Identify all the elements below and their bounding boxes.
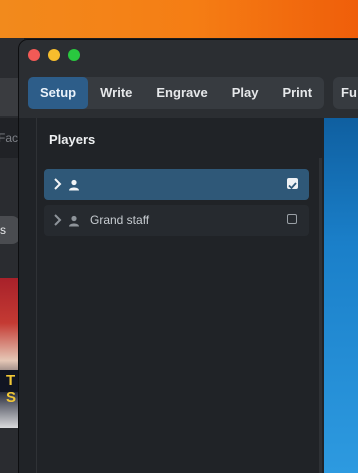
score-view[interactable] [324,118,358,473]
panel-divider [36,118,37,473]
app-window: Setup Write Engrave Play Print Fu Player… [19,40,358,473]
close-window-button[interactable] [28,49,40,61]
mode-switcher: Setup Write Engrave Play Print [28,77,325,109]
tab-print[interactable]: Print [270,77,324,109]
window-titlebar [19,40,358,70]
player-row-selected[interactable] [44,169,309,200]
mode-toolbar: Setup Write Engrave Play Print Fu [19,70,358,118]
tab-play[interactable]: Play [220,77,271,109]
player-name: Grand staff [90,213,150,227]
person-icon [68,178,80,191]
background-chip[interactable]: s [0,216,20,244]
players-panel-title: Players [49,132,96,147]
chevron-right-icon[interactable] [52,177,64,191]
fullscreen-button[interactable]: Fu [333,77,358,109]
chevron-right-icon[interactable] [52,213,64,227]
panel-scrollbar[interactable] [319,158,322,473]
person-icon [68,214,80,227]
tab-setup[interactable]: Setup [28,77,89,109]
player-checkbox[interactable] [287,214,297,224]
checkmark-icon [288,182,297,190]
zoom-window-button[interactable] [68,49,80,61]
tab-write[interactable]: Write [88,77,144,109]
minimize-window-button[interactable] [48,49,60,61]
tab-engrave[interactable]: Engrave [144,77,219,109]
desktop-wallpaper [0,0,358,38]
player-checkbox[interactable] [287,178,298,190]
player-row[interactable]: Grand staff [44,205,309,236]
